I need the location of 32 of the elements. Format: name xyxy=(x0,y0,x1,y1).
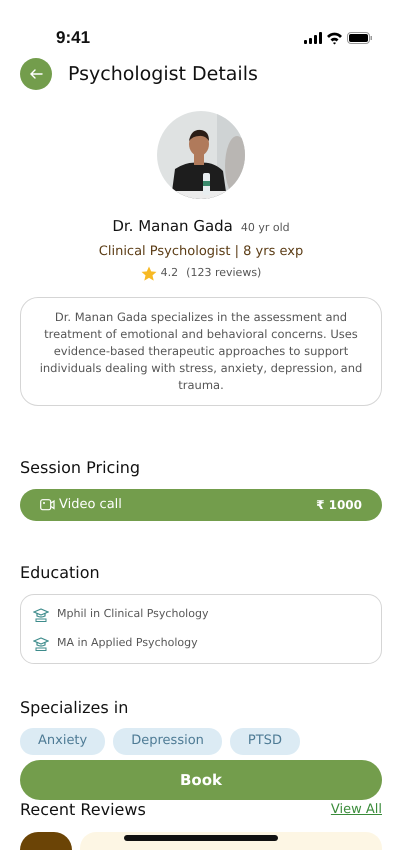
rating-value: 4.2 xyxy=(160,265,178,281)
price: ₹ 1000 xyxy=(316,496,362,514)
book-button[interactable]: Book xyxy=(20,760,382,800)
education-item: Mphil in Clinical Psychology xyxy=(57,606,208,622)
education-item: MA in Applied Psychology xyxy=(57,634,198,651)
back-arrow-icon xyxy=(28,67,44,81)
section-heading: Specializes in xyxy=(20,696,130,718)
video-icon xyxy=(40,498,55,511)
section-heading: Session Pricing xyxy=(20,456,142,478)
specialization-tag: PTSD xyxy=(230,728,300,754)
battery-icon xyxy=(347,32,372,44)
wifi-icon xyxy=(326,32,343,44)
doctor-name: Dr. Manan Gada xyxy=(112,216,233,237)
signal-icon xyxy=(304,32,322,44)
review-count: (123 reviews) xyxy=(186,265,262,281)
back-button[interactable] xyxy=(20,58,52,90)
graduation-cap-icon xyxy=(33,636,49,650)
pricing-bar[interactable]: Video call ₹ 1000 xyxy=(20,488,382,520)
doctor-title: Clinical Psychologist | 8 yrs exp xyxy=(98,242,304,260)
pricing-label: Video call xyxy=(59,496,122,514)
reviewer-avatar xyxy=(20,832,72,850)
bio-text: Dr. Manan Gada specializes in the assessment and treatment of emotional and behavioral concerns. Uses evidence-based therapeutic approaches to support individuals dealing with stress, anxiety, depression, and trauma. xyxy=(20,296,382,406)
doctor-age: 40 yr old xyxy=(240,220,290,236)
view-all-link[interactable]: View All xyxy=(330,802,382,817)
star-icon xyxy=(140,266,157,281)
specialization-tag: Depression xyxy=(113,728,222,754)
graduation-cap-icon xyxy=(33,606,49,622)
specialization-tag: Anxiety xyxy=(20,728,106,754)
section-heading: Education xyxy=(20,562,101,584)
section-heading: Recent Reviews xyxy=(20,801,146,819)
status-time: 9:41 xyxy=(56,27,90,50)
page-title: Psychologist Details xyxy=(68,62,258,87)
